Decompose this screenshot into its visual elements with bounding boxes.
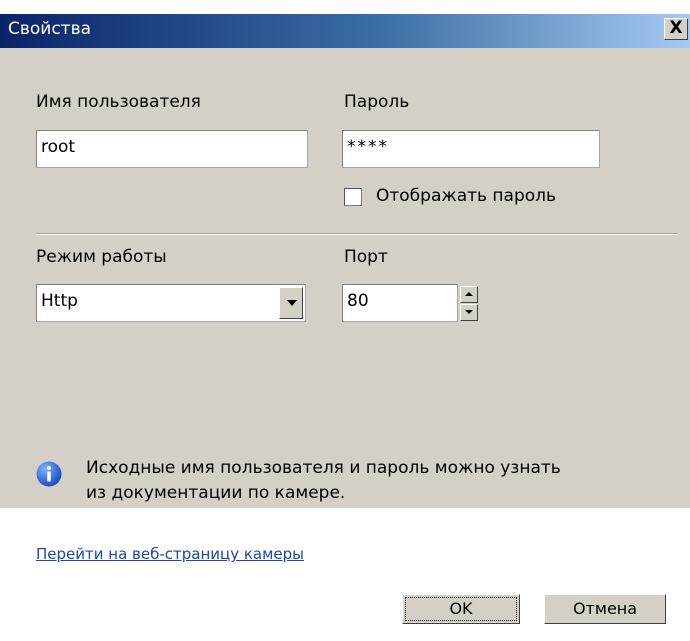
info-icon (36, 461, 62, 487)
section-divider (36, 233, 678, 235)
window-title: Свойства (8, 19, 92, 39)
mode-select[interactable]: Http (36, 284, 306, 322)
info-text: Исходные имя пользователя и пароль можно… (86, 456, 666, 506)
cancel-button[interactable]: Отмена (544, 594, 666, 624)
title-bar: Свойства X (0, 14, 690, 48)
chevron-down-icon[interactable] (279, 287, 303, 319)
show-password-label: Отображать пароль (376, 186, 557, 206)
mode-selected-value: Http (41, 291, 78, 311)
info-line-2: из документации по камере. (86, 483, 346, 503)
ok-button-label: OK (405, 597, 517, 621)
dialog-footer: Перейти на веб-страницу камеры OK Отмена (0, 508, 690, 641)
port-input[interactable]: 80 (342, 284, 458, 322)
username-label: Имя пользователя (36, 92, 201, 112)
password-field[interactable]: **** (342, 130, 600, 168)
port-increment-icon[interactable] (460, 286, 478, 303)
camera-web-page-link[interactable]: Перейти на веб-страницу камеры (36, 545, 304, 563)
dialog-body: Имя пользователя root Пароль **** Отобра… (0, 48, 690, 508)
port-label: Порт (344, 247, 388, 267)
close-button[interactable]: X (664, 18, 688, 40)
mode-label: Режим работы (36, 247, 167, 267)
show-password-checkbox[interactable] (344, 188, 362, 206)
info-line-1: Исходные имя пользователя и пароль можно… (86, 458, 561, 478)
ok-button[interactable]: OK (402, 594, 520, 624)
port-decrement-icon[interactable] (460, 304, 478, 321)
password-label: Пароль (344, 92, 410, 112)
username-field[interactable]: root (36, 130, 308, 168)
